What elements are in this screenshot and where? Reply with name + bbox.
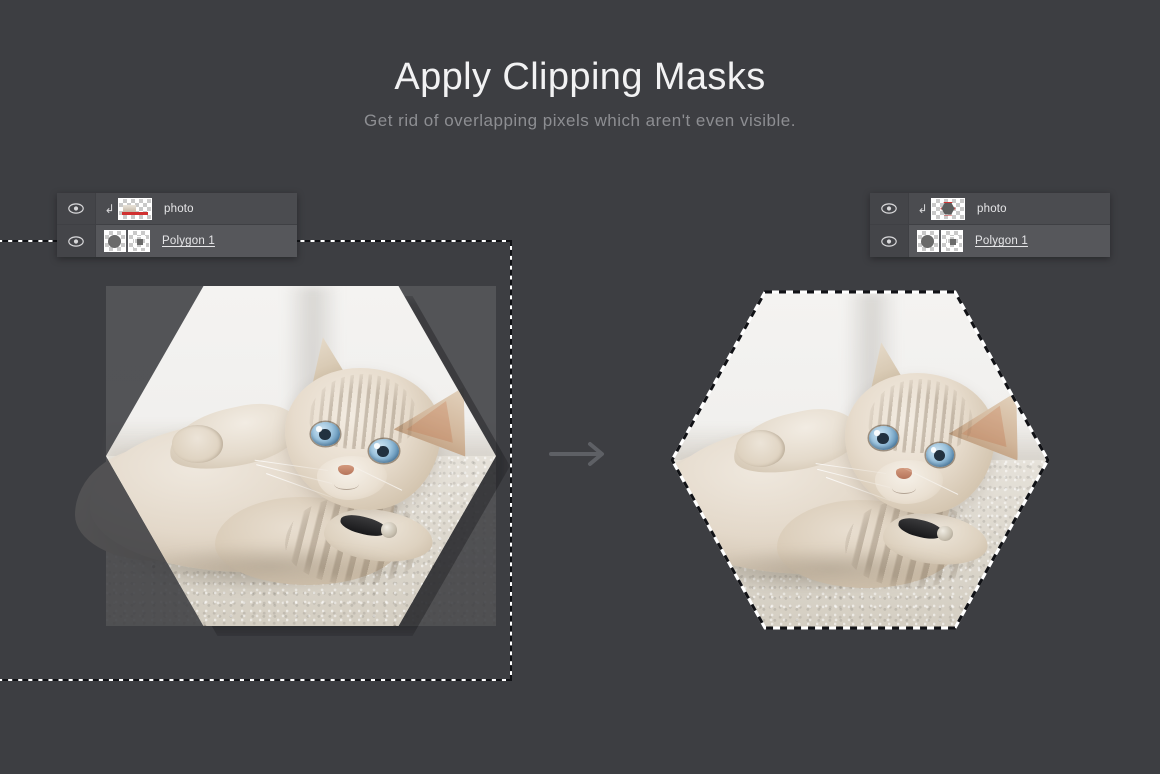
canvas-before: ↲ photo: [0, 180, 580, 720]
vector-mask-thumbnail[interactable]: [941, 230, 963, 252]
layer-visibility-toggle[interactable]: [57, 193, 96, 224]
layer-name-polygon[interactable]: Polygon 1: [963, 235, 1028, 247]
canvas-after: ↲ photo: [580, 180, 1160, 720]
layer-thumbnail-shape[interactable]: [104, 230, 126, 252]
layers-panel-before[interactable]: ↲ photo: [57, 193, 297, 257]
vector-mask-thumbnail[interactable]: [128, 230, 150, 252]
layers-panel-after[interactable]: ↲ photo: [870, 193, 1110, 257]
layer-thumbnail-cell[interactable]: [909, 230, 963, 252]
layer-thumbnail-photo[interactable]: [118, 198, 152, 220]
layer-visibility-toggle[interactable]: [57, 225, 96, 257]
eye-icon: [68, 203, 84, 214]
layer-row[interactable]: Polygon 1: [57, 225, 297, 257]
layer-visibility-toggle[interactable]: [870, 193, 909, 224]
arrow-right-icon: [549, 441, 611, 467]
layer-visibility-toggle[interactable]: [870, 225, 909, 257]
hexagon-image-before: [106, 286, 496, 626]
slide-stage: Apply Clipping Masks Get rid of overlapp…: [0, 0, 1160, 774]
page-title: Apply Clipping Masks: [0, 0, 1160, 100]
layer-row[interactable]: ↲ photo: [57, 193, 297, 225]
layer-thumbnail-shape[interactable]: [917, 230, 939, 252]
eye-icon: [881, 236, 897, 247]
layer-name-polygon[interactable]: Polygon 1: [150, 235, 215, 247]
eye-icon: [881, 203, 897, 214]
layer-name-photo[interactable]: photo: [152, 203, 194, 215]
layer-row[interactable]: ↲ photo: [870, 193, 1110, 225]
layer-thumbnail-photo-hexagon[interactable]: [931, 198, 965, 220]
kitten-photo-after: [672, 292, 1048, 628]
layer-row[interactable]: Polygon 1: [870, 225, 1110, 257]
clipping-mask-arrow-icon: ↲: [917, 203, 928, 215]
layer-thumbnail-cell[interactable]: ↲: [909, 198, 965, 220]
page-subtitle: Get rid of overlapping pixels which aren…: [0, 100, 1160, 131]
kitten-photo-before: [106, 286, 496, 626]
layer-thumbnail-cell[interactable]: ↲: [96, 198, 152, 220]
hexagon-image-after: [672, 292, 1048, 628]
layer-thumbnail-cell[interactable]: [96, 230, 150, 252]
eye-icon: [68, 236, 84, 247]
clipping-mask-arrow-icon: ↲: [104, 203, 115, 215]
header: Apply Clipping Masks Get rid of overlapp…: [0, 0, 1160, 131]
layer-name-photo[interactable]: photo: [965, 203, 1007, 215]
